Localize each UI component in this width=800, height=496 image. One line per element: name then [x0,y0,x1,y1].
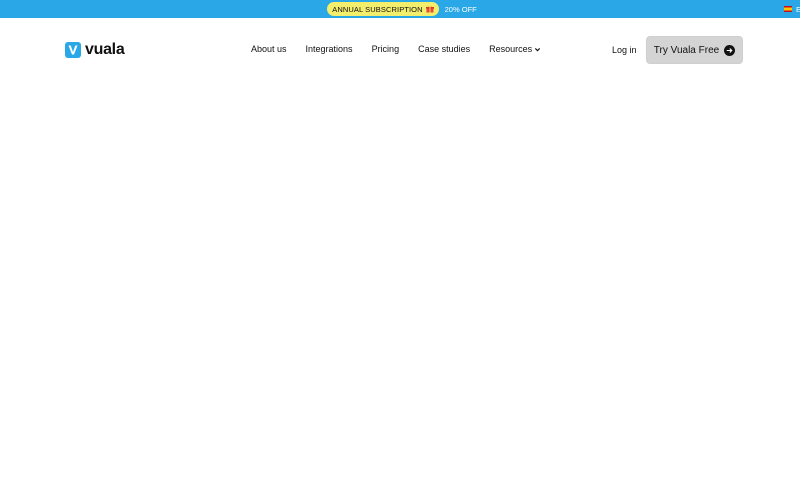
logo[interactable]: vuala [65,41,125,58]
language-code: ES [795,4,800,14]
gift-icon [425,5,434,13]
language-switcher[interactable]: ES [783,0,800,18]
promo-bar: ANNUAL SUBSCRIPTION 20% OFF [0,0,800,18]
chevron-down-icon [534,46,541,53]
nav-label: Integrations [305,44,353,54]
spain-flag-icon [783,6,792,12]
nav-label: Case studies [418,44,471,54]
site-header: vuala About us Integrations Pricing Case… [0,18,800,82]
nav-about-us[interactable]: About us [251,44,287,54]
login-link[interactable]: Log in [612,45,637,55]
nav-label: Pricing [371,44,400,54]
promo-content[interactable]: ANNUAL SUBSCRIPTION 20% OFF [327,2,477,16]
arrow-right-circle-icon [724,44,736,56]
promo-badge-label: ANNUAL SUBSCRIPTION [332,4,423,14]
nav-pricing[interactable]: Pricing [372,44,400,54]
nav-label: About us [251,44,287,54]
logo-mark-icon [65,42,81,58]
try-vuala-free-button[interactable]: Try Vuala Free [646,36,743,64]
nav-integrations[interactable]: Integrations [306,44,353,54]
nav-label: Resources [489,44,533,54]
promo-discount: 20% OFF [444,4,477,14]
logo-text: vuala [85,41,125,58]
nav-case-studies[interactable]: Case studies [418,44,470,54]
main-nav: About us Integrations Pricing Case studi… [251,44,560,54]
cta-label: Try Vuala Free [653,44,720,56]
promo-badge[interactable]: ANNUAL SUBSCRIPTION [327,2,439,16]
nav-resources[interactable]: Resources [489,44,541,54]
